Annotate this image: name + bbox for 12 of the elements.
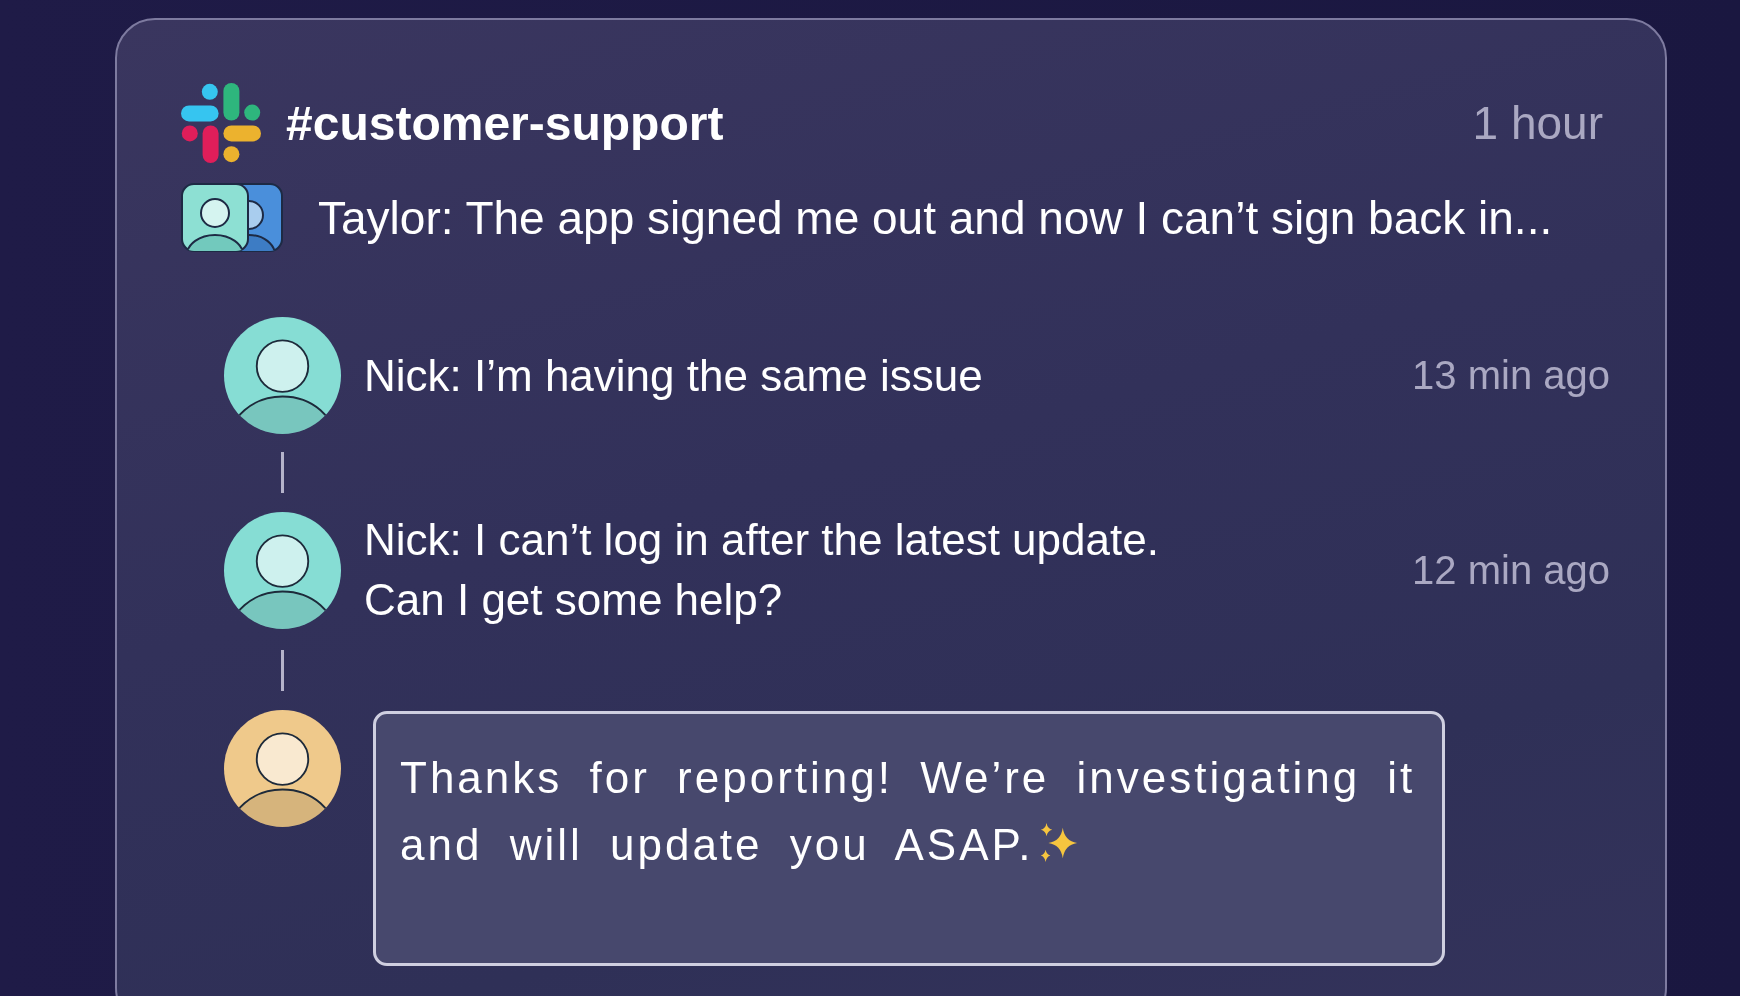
message-time: 12 min ago bbox=[1412, 547, 1610, 593]
channel-time: 1 hour bbox=[1472, 96, 1603, 150]
message-text: Nick: I can’t log in after the latest update. Can I get some help? bbox=[364, 514, 1160, 626]
preview-text: Taylor: The app signed me out and now I can’t sign back in... bbox=[318, 190, 1553, 245]
message-text: Nick: I’m having the same issue bbox=[364, 349, 984, 402]
thread-connector bbox=[281, 649, 284, 691]
app-logo-icon bbox=[181, 83, 261, 163]
channel-title: #customer-support bbox=[286, 95, 724, 151]
message-time: 13 min ago bbox=[1412, 353, 1610, 398]
thread-connector bbox=[281, 451, 284, 493]
group-avatars-icon bbox=[181, 183, 283, 252]
reply-field[interactable]: Thanks for reporting! We’re investigating it and will update you ASAP. bbox=[373, 711, 1445, 966]
